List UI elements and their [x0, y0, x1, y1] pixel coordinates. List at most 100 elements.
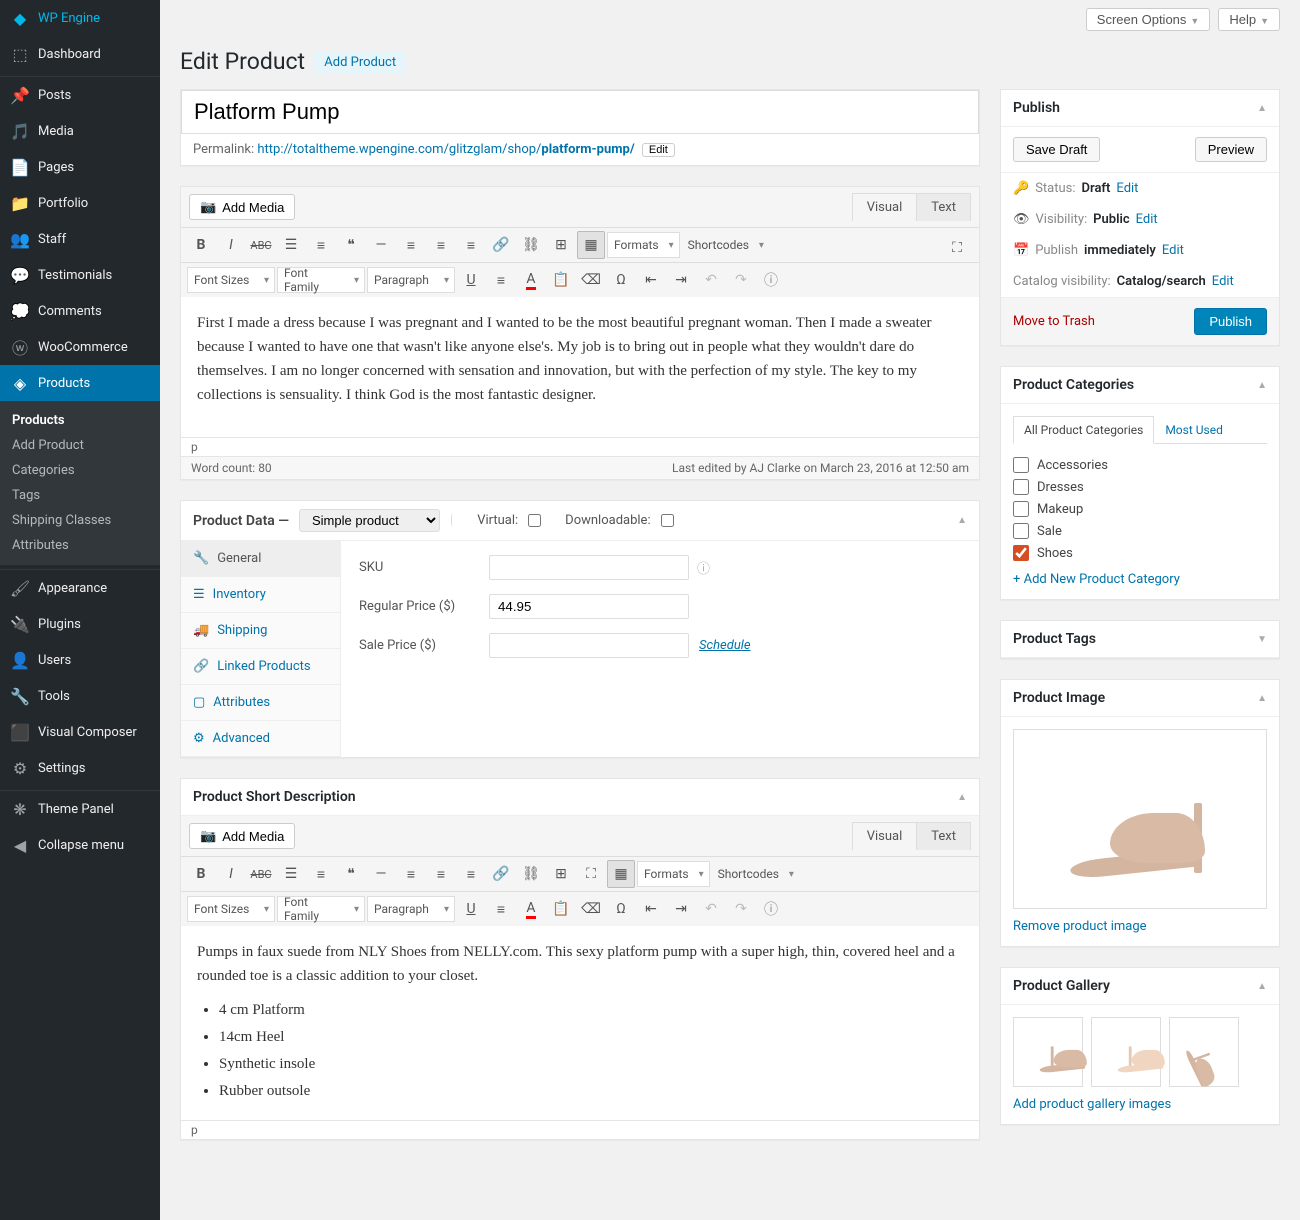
align-right-button[interactable]: ≡ [457, 231, 485, 259]
help-icon[interactable]: ⓘ [697, 558, 710, 577]
clear-button[interactable]: ⌫ [577, 895, 605, 923]
kitchen-sink-button[interactable]: ▦ [577, 231, 605, 259]
fullscreen-button[interactable]: ⛶ [943, 234, 971, 262]
charmap-button[interactable]: Ω [607, 266, 635, 294]
product-image[interactable] [1013, 729, 1267, 909]
tab-text-2[interactable]: Text [916, 823, 970, 850]
bold-button[interactable]: B [187, 860, 215, 888]
edit-visibility[interactable]: Edit [1136, 212, 1158, 227]
pd-tab-shipping[interactable]: 🚚Shipping [181, 613, 340, 649]
sale-price-input[interactable] [489, 633, 689, 658]
category-item[interactable]: Shoes [1013, 542, 1267, 564]
tab-visual-2[interactable]: Visual [853, 823, 917, 850]
product-type-select[interactable]: Simple product [299, 509, 440, 532]
kitchen-sink-button[interactable]: ▦ [607, 860, 635, 888]
hr-button[interactable]: — [367, 231, 395, 259]
justify-button[interactable]: ≡ [487, 266, 515, 294]
toggle-icon[interactable]: ▼ [1257, 634, 1267, 645]
charmap-button[interactable]: Ω [607, 895, 635, 923]
submenu-categories[interactable]: Categories [0, 458, 160, 483]
align-left-button[interactable]: ≡ [397, 860, 425, 888]
align-left-button[interactable]: ≡ [397, 231, 425, 259]
category-item[interactable]: Dresses [1013, 476, 1267, 498]
pd-tab-inventory[interactable]: ☰Inventory [181, 577, 340, 613]
menu-dashboard[interactable]: ⬚Dashboard [0, 36, 160, 72]
toggle-icon[interactable]: ▲ [1257, 693, 1267, 704]
add-category-link[interactable]: + Add New Product Category [1013, 572, 1180, 587]
help-icon-button[interactable]: ⓘ [757, 266, 785, 294]
gallery-thumb[interactable] [1013, 1017, 1083, 1087]
shortcodes-select[interactable]: Shortcodes [712, 861, 799, 887]
category-checkbox[interactable] [1013, 545, 1029, 561]
pd-tab-advanced[interactable]: ⚙Advanced [181, 721, 340, 757]
add-product-action[interactable]: Add Product [314, 51, 406, 74]
edit-slug-button[interactable]: Edit [642, 143, 675, 157]
gallery-thumb[interactable] [1169, 1017, 1239, 1087]
font-sizes-select[interactable]: Font Sizes [187, 267, 275, 293]
justify-button[interactable]: ≡ [487, 895, 515, 923]
cat-tab-all[interactable]: All Product Categories [1013, 416, 1154, 444]
ul-button[interactable]: ☰ [277, 860, 305, 888]
sku-input[interactable] [489, 555, 689, 580]
align-right-button[interactable]: ≡ [457, 860, 485, 888]
link-button[interactable]: 🔗 [487, 231, 515, 259]
ul-button[interactable]: ☰ [277, 231, 305, 259]
gallery-thumb[interactable] [1091, 1017, 1161, 1087]
product-title-input[interactable] [181, 90, 979, 134]
quote-button[interactable]: ❝ [337, 860, 365, 888]
editor-content[interactable]: First I made a dress because I was pregn… [181, 297, 979, 437]
italic-button[interactable]: I [217, 231, 245, 259]
category-item[interactable]: Sale [1013, 520, 1267, 542]
category-checkbox[interactable] [1013, 479, 1029, 495]
shortcodes-select[interactable]: Shortcodes [682, 232, 769, 258]
quote-button[interactable]: ❝ [337, 231, 365, 259]
menu-staff[interactable]: 👥Staff [0, 221, 160, 257]
menu-visual-composer[interactable]: ⬛Visual Composer [0, 714, 160, 750]
bold-button[interactable]: B [187, 231, 215, 259]
paragraph-select[interactable]: Paragraph [367, 267, 455, 293]
menu-portfolio[interactable]: 📁Portfolio [0, 185, 160, 221]
menu-settings[interactable]: ⚙Settings [0, 750, 160, 786]
virtual-checkbox[interactable] [528, 514, 541, 527]
submenu-attributes[interactable]: Attributes [0, 533, 160, 558]
indent-button[interactable]: ⇥ [667, 266, 695, 294]
toggle-icon[interactable]: ▲ [1257, 380, 1267, 391]
toggle-icon[interactable]: ▲ [957, 515, 967, 526]
menu-users[interactable]: 👤Users [0, 642, 160, 678]
font-sizes-select[interactable]: Font Sizes [187, 896, 275, 922]
align-center-button[interactable]: ≡ [427, 231, 455, 259]
font-family-select[interactable]: Font Family [277, 267, 365, 293]
formats-select[interactable]: Formats [637, 861, 710, 887]
menu-comments[interactable]: 💭Comments [0, 293, 160, 329]
submenu-products[interactable]: Products [0, 408, 160, 433]
fullscreen-button[interactable]: ⛶ [577, 860, 605, 888]
toggle-icon[interactable]: ▲ [957, 792, 967, 803]
more-button[interactable]: ⊞ [547, 860, 575, 888]
pd-tab-general[interactable]: 🔧General [181, 541, 340, 577]
tab-text[interactable]: Text [916, 194, 970, 221]
menu-posts[interactable]: 📌Posts [0, 77, 160, 113]
schedule-link[interactable]: Schedule [699, 638, 751, 653]
strike-button[interactable]: ABC [247, 860, 275, 888]
menu-theme-panel[interactable]: ❋Theme Panel [0, 791, 160, 827]
menu-media[interactable]: 🎵Media [0, 113, 160, 149]
menu-testimonials[interactable]: 💬Testimonials [0, 257, 160, 293]
add-gallery-link[interactable]: Add product gallery images [1013, 1097, 1171, 1112]
tab-visual[interactable]: Visual [853, 194, 917, 221]
link-button[interactable]: 🔗 [487, 860, 515, 888]
remove-image-link[interactable]: Remove product image [1013, 919, 1147, 934]
redo-button[interactable]: ↷ [727, 266, 755, 294]
unlink-button[interactable]: ⛓ [517, 231, 545, 259]
submenu-add-product[interactable]: Add Product [0, 433, 160, 458]
outdent-button[interactable]: ⇤ [637, 895, 665, 923]
category-item[interactable]: Makeup [1013, 498, 1267, 520]
paste-button[interactable]: 📋 [547, 895, 575, 923]
edit-publish-date[interactable]: Edit [1162, 243, 1184, 258]
underline-button[interactable]: U [457, 266, 485, 294]
category-checkbox[interactable] [1013, 501, 1029, 517]
menu-tools[interactable]: 🔧Tools [0, 678, 160, 714]
preview-button[interactable]: Preview [1195, 137, 1267, 162]
toggle-icon[interactable]: ▲ [1257, 981, 1267, 992]
cat-tab-used[interactable]: Most Used [1154, 416, 1234, 444]
strike-button[interactable]: ABC [247, 231, 275, 259]
